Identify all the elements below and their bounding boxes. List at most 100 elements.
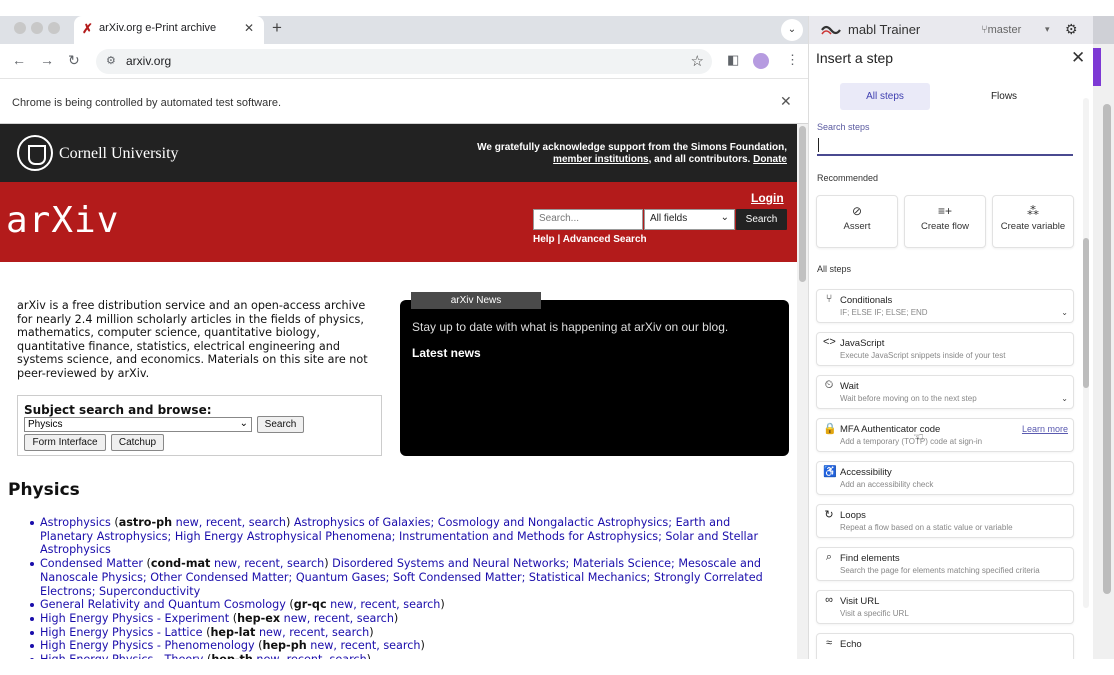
tab-flows[interactable]: Flows (959, 83, 1049, 110)
donate-link[interactable]: Donate (753, 154, 787, 165)
mabl-trainer-panel: mabl Trainer ⑂master ▾ ⚙ Insert a step ✕… (808, 16, 1093, 659)
close-window-button[interactable] (14, 22, 26, 34)
news-blog-link[interactable]: Stay up to date with what is happening a… (412, 320, 728, 334)
lock-icon: 🔒 (823, 423, 837, 435)
chevron-down-icon[interactable]: ⌄ (1061, 394, 1068, 403)
reload-icon[interactable]: ↻ (68, 52, 80, 69)
archive-code: cond-mat (150, 557, 211, 571)
archive-link[interactable]: High Energy Physics - Phenomenology (40, 639, 255, 652)
archive-link[interactable]: Astrophysics (40, 516, 111, 529)
branch-icon: ⑂ (825, 293, 833, 305)
browser-tab-arxiv[interactable]: ✗ arXiv.org e-Print archive ✕ (74, 16, 264, 44)
gear-icon[interactable]: ⚙ (1065, 21, 1078, 38)
archive-listing-links[interactable]: new, recent, search (284, 612, 394, 625)
recommended-card[interactable]: ≡+ Create flow (904, 195, 986, 248)
physics-list-item: High Energy Physics - Theory (hep-th new… (30, 653, 775, 659)
cornell-name[interactable]: Cornell University (59, 145, 179, 163)
panel-scroll-thumb[interactable] (1083, 238, 1089, 388)
step-card[interactable]: ⌕ Find elements Search the page for elemen… (816, 547, 1074, 581)
archive-listing-links[interactable]: new, recent, search (330, 598, 440, 611)
step-card[interactable]: ⏲ Wait Wait before moving on to the next s… (816, 375, 1074, 409)
step-card[interactable]: ⑂ Conditionals IF; ELSE IF; ELSE; END ⌄ (816, 289, 1074, 323)
cornell-seal-icon[interactable] (17, 135, 53, 171)
step-card[interactable]: <> JavaScript Execute JavaScript snippets … (816, 332, 1074, 366)
archive-link[interactable]: High Energy Physics - Theory (40, 653, 203, 659)
archive-code: hep-ex (237, 611, 281, 625)
panel-scrollbar[interactable] (1083, 98, 1089, 608)
search-input[interactable]: Search... (533, 209, 643, 230)
step-title: Loops (840, 510, 866, 521)
chrome-menu-icon[interactable]: ⋮ (786, 52, 799, 68)
learn-more-link[interactable]: Learn more (1022, 424, 1068, 434)
advanced-search-link[interactable]: Advanced Search (563, 234, 647, 245)
step-card[interactable]: ↻ Loops Repeat a flow based on a static va… (816, 504, 1074, 538)
chevron-down-icon[interactable]: ▾ (1045, 24, 1050, 35)
member-institutions-link[interactable]: member institutions (553, 154, 649, 165)
step-description: Execute JavaScript snippets inside of yo… (840, 351, 1006, 360)
step-card[interactable]: 🔒 MFA Authenticator code Add a temporary (… (816, 418, 1074, 452)
search-button[interactable]: Search (736, 209, 787, 230)
step-card[interactable]: ∞ Visit URL Visit a specific URL (816, 590, 1074, 624)
address-url[interactable]: arxiv.org (126, 54, 171, 68)
forward-icon[interactable]: → (40, 52, 54, 68)
archive-link[interactable]: General Relativity and Quantum Cosmology (40, 598, 286, 611)
branch-name: master (987, 24, 1022, 36)
right-edge-strip (1093, 16, 1114, 659)
back-icon[interactable]: ← (12, 52, 26, 68)
archive-listing-links[interactable]: new, recent, search (310, 639, 420, 652)
tab-close-icon[interactable]: ✕ (244, 21, 254, 35)
archive-listing-links[interactable]: new, recent, search (256, 653, 366, 659)
archive-link[interactable]: High Energy Physics - Experiment (40, 612, 229, 625)
step-description: Repeat a flow based on a static value or… (840, 523, 1013, 532)
side-panel-icon[interactable]: ◧ (727, 52, 739, 68)
zoom-window-button[interactable] (48, 22, 60, 34)
archive-link[interactable]: Condensed Matter (40, 557, 143, 570)
mabl-app-title: mabl Trainer (848, 22, 921, 37)
subject-select[interactable]: Physics ⌄ (24, 417, 252, 432)
search-icon: ⌕ (825, 551, 833, 563)
step-title: MFA Authenticator code (840, 424, 941, 435)
panel-title: Insert a step (816, 50, 894, 66)
page-scrollbar[interactable] (797, 124, 808, 659)
page-scroll-thumb[interactable] (799, 126, 806, 282)
arxiv-logo[interactable]: arXiv (6, 200, 119, 241)
login-link[interactable]: Login (751, 191, 784, 205)
recommended-card[interactable]: ⁂ Create variable (992, 195, 1074, 248)
archive-listing-links[interactable]: new, recent, search (259, 626, 369, 639)
step-title: Conditionals (840, 295, 893, 306)
new-tab-button[interactable]: + (272, 18, 282, 38)
search-steps-input[interactable] (817, 136, 1073, 156)
search-steps-label: Search steps (817, 122, 870, 132)
tab-search-button[interactable]: ⌄ (781, 19, 803, 41)
archive-listing-links[interactable]: new, recent, search (176, 516, 286, 529)
catchup-button[interactable]: Catchup (111, 434, 164, 451)
infobar-close-icon[interactable]: ✕ (780, 93, 792, 110)
physics-list-item: Astrophysics (astro-ph new, recent, sear… (30, 516, 775, 557)
archive-link[interactable]: High Energy Physics - Lattice (40, 626, 203, 639)
recommended-card[interactable]: ⊘ Assert (816, 195, 898, 248)
help-link[interactable]: Help (533, 234, 555, 245)
physics-list-item: High Energy Physics - Lattice (hep-lat n… (30, 626, 775, 640)
chevron-down-icon: ⌄ (239, 418, 248, 429)
chevron-down-icon[interactable]: ⌄ (1061, 308, 1068, 317)
bookmark-star-icon[interactable]: ☆ (691, 52, 704, 70)
tab-all-steps[interactable]: All steps (840, 83, 930, 110)
profile-avatar[interactable] (753, 53, 769, 69)
form-interface-button[interactable]: Form Interface (24, 434, 106, 451)
news-box: arXiv News Stay up to date with what is … (400, 292, 789, 456)
physics-list-item: Condensed Matter (cond-mat new, recent, … (30, 557, 775, 598)
site-info-icon[interactable]: ⚙ (106, 54, 116, 67)
minimize-window-button[interactable] (31, 22, 43, 34)
step-card[interactable]: ≈ Echo (816, 633, 1074, 659)
step-card[interactable]: ♿ Accessibility Add an accessibility check (816, 461, 1074, 495)
archive-listing-links[interactable]: new, recent, search (214, 557, 324, 570)
branch-selector[interactable]: ⑂master (981, 24, 1021, 36)
address-bar[interactable]: ⚙ arxiv.org ☆ (96, 49, 712, 74)
edge-scrollbar[interactable] (1103, 104, 1111, 594)
subcategory-links[interactable]: Disordered Systems and Neural Networks; … (40, 557, 763, 597)
subject-search-button[interactable]: Search (257, 416, 304, 433)
close-icon[interactable]: ✕ (1071, 48, 1085, 68)
check-circle-icon: ⊘ (851, 204, 863, 218)
physics-heading: Physics (8, 480, 80, 500)
field-select[interactable]: All fields ⌄ (644, 209, 735, 230)
